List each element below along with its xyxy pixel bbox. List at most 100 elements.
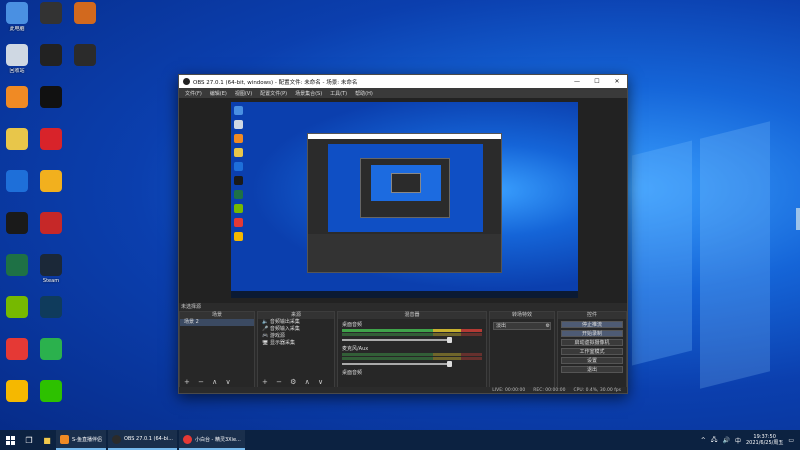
scenes-toolbar[interactable]: + − ∧ ∨ xyxy=(184,378,234,386)
mixer-channel: 桌面音频 xyxy=(338,319,486,343)
minimize-icon[interactable]: — xyxy=(567,78,587,85)
obs-window[interactable]: OBS 27.0.1 (64-bit, windows) - 配置文件: 未命名… xyxy=(178,74,628,394)
transition-select[interactable]: 淡出 ⚙ xyxy=(493,322,551,330)
tray-expand-icon[interactable]: ^ xyxy=(701,437,706,444)
source-label: 音频输入采集 xyxy=(269,326,300,332)
windows-icon xyxy=(5,435,15,445)
speaker-icon: 🔈 xyxy=(262,319,270,325)
wallpaper-light xyxy=(632,140,692,366)
file-explorer-icon[interactable]: ■ xyxy=(38,430,56,450)
notification-icon[interactable]: ▭ xyxy=(788,437,794,444)
sources-toolbar[interactable]: + − ⚙ ∧ ∨ xyxy=(262,378,326,386)
controls-header: 控件 xyxy=(558,312,626,319)
menu-view[interactable]: 视图(V) xyxy=(235,90,252,97)
desktop-shortcut[interactable] xyxy=(31,338,71,362)
cpu-status: CPU: 0.4%, 30.00 fps xyxy=(573,387,622,393)
taskbar-app-label: 小白台 - 精灵3Xie... xyxy=(194,436,241,443)
desktop-shortcut[interactable]: Steam xyxy=(31,254,71,284)
task-view-icon[interactable]: ❐ xyxy=(20,430,38,450)
screen-edge-handle xyxy=(796,208,800,230)
status-bar: LIVE: 00:00:00 REC: 00:00:00 CPU: 0.4%, … xyxy=(179,387,627,393)
source-toolbar: 未选择源 xyxy=(179,303,627,311)
sources-header: 来源 xyxy=(258,312,334,319)
clock-date: 2021/6/25/周五 xyxy=(746,440,784,446)
transitions-header: 转场特效 xyxy=(490,312,554,319)
taskbar-app[interactable]: 小白台 - 精灵3Xie... xyxy=(178,430,245,450)
transitions-panel: 转场特效 淡出 ⚙ xyxy=(489,311,555,389)
preview-desktop-icons xyxy=(234,105,264,246)
channel-name: 桌面音频 xyxy=(342,370,363,376)
recycle-bin-icon xyxy=(6,44,28,66)
source-item[interactable]: 🎮 游戏源 xyxy=(258,333,334,340)
volume-meter xyxy=(342,333,482,336)
menu-bar: 文件(F) 编辑(E) 视图(V) 配置文件(P) 场景集合(S) 工具(T) … xyxy=(179,88,627,98)
system-tray: ^ 🖧 🔊 中 19:37:50 2021/6/25/周五 ▭ xyxy=(701,430,794,450)
volume-slider[interactable] xyxy=(342,361,452,367)
mixer-channel: 桌面音频 xyxy=(338,367,486,378)
source-item[interactable]: 🔈 音频输出采集 xyxy=(258,319,334,326)
exit-button[interactable]: 退出 xyxy=(561,366,623,373)
network-icon[interactable]: 🖧 xyxy=(711,435,718,445)
volume-meter xyxy=(342,357,482,360)
mixer-header: 混音器 xyxy=(338,312,486,319)
video-icon xyxy=(40,338,62,360)
app-icon xyxy=(6,338,28,360)
source-label: 游戏源 xyxy=(269,333,285,339)
close-icon[interactable]: ✕ xyxy=(607,78,627,85)
desktop-shortcut[interactable] xyxy=(31,170,71,194)
menu-edit[interactable]: 编辑(E) xyxy=(210,90,227,97)
clock[interactable]: 19:37:50 2021/6/25/周五 xyxy=(746,434,783,446)
k-icon xyxy=(6,170,28,192)
source-label: 显示器采集 xyxy=(269,340,295,346)
desktop-shortcut[interactable] xyxy=(31,380,71,404)
desktop-shortcut-label: 此电脑 xyxy=(9,26,25,32)
virtual-camera-button[interactable]: 启动虚拟摄像机 xyxy=(561,339,623,346)
settings-button[interactable]: 设置 xyxy=(561,357,623,364)
desktop-shortcut[interactable] xyxy=(65,2,105,26)
scenes-panel: 场景 场景 2 + − ∧ ∨ xyxy=(179,311,255,389)
taskbar-app[interactable]: OBS 27.0.1 (64-bi... xyxy=(107,430,177,450)
source-item[interactable]: 🖥 显示器采集 xyxy=(258,340,334,347)
start-recording-button[interactable]: 开始录制 xyxy=(561,330,623,337)
source-item[interactable]: 🎤 音频输入采集 xyxy=(258,326,334,333)
desktop-shortcut[interactable] xyxy=(31,128,71,152)
mixer-channel: 麦克风/Aux xyxy=(338,343,486,367)
desktop-shortcut[interactable] xyxy=(31,86,71,110)
excel-icon xyxy=(6,254,28,276)
menu-help[interactable]: 帮助(H) xyxy=(355,90,373,97)
obs-titlebar[interactable]: OBS 27.0.1 (64-bit, windows) - 配置文件: 未命名… xyxy=(179,75,627,88)
app-icon xyxy=(6,380,28,402)
computer-icon xyxy=(6,2,28,24)
volume-slider[interactable] xyxy=(342,337,452,343)
wechat-icon xyxy=(40,380,62,402)
desktop-shortcut[interactable] xyxy=(31,212,71,236)
ime-indicator[interactable]: 中 xyxy=(735,436,741,445)
app-icon xyxy=(6,212,28,234)
menu-scene-collection[interactable]: 场景集合(S) xyxy=(295,90,322,97)
taskbar: ❐ ■ S-鱼直播伴侣 OBS 27.0.1 (64-bi... 小白台 - 精… xyxy=(0,430,800,450)
transition-value: 淡出 xyxy=(496,323,507,329)
scenes-header: 场景 xyxy=(180,312,254,319)
go-icon xyxy=(40,170,62,192)
maximize-icon[interactable]: ☐ xyxy=(587,78,607,85)
studio-mode-button[interactable]: 工作室模式 xyxy=(561,348,623,355)
start-button[interactable] xyxy=(0,430,20,450)
controls-panel: 控件 停止推流 开始录制 启动虚拟摄像机 工作室模式 设置 退出 xyxy=(557,311,627,389)
scene-item[interactable]: 场景 2 xyxy=(180,319,254,326)
menu-file[interactable]: 文件(F) xyxy=(185,90,202,97)
desktop-shortcut[interactable] xyxy=(31,296,71,320)
menu-profile[interactable]: 配置文件(P) xyxy=(260,90,287,97)
mic-icon: 🎤 xyxy=(262,326,270,332)
music-icon xyxy=(40,128,62,150)
desktop-shortcut[interactable] xyxy=(65,44,105,68)
app-icon xyxy=(40,296,62,318)
desktop-shortcut-label: Steam xyxy=(42,278,60,284)
volume-icon[interactable]: 🔊 xyxy=(723,437,730,444)
program-preview[interactable] xyxy=(231,102,578,298)
menu-tools[interactable]: 工具(T) xyxy=(330,90,347,97)
obs-icon xyxy=(111,434,121,444)
stop-streaming-button[interactable]: 停止推流 xyxy=(561,321,623,328)
gear-icon[interactable]: ⚙ xyxy=(546,323,550,329)
app-icon xyxy=(182,434,192,444)
taskbar-app[interactable]: S-鱼直播伴侣 xyxy=(56,430,106,450)
